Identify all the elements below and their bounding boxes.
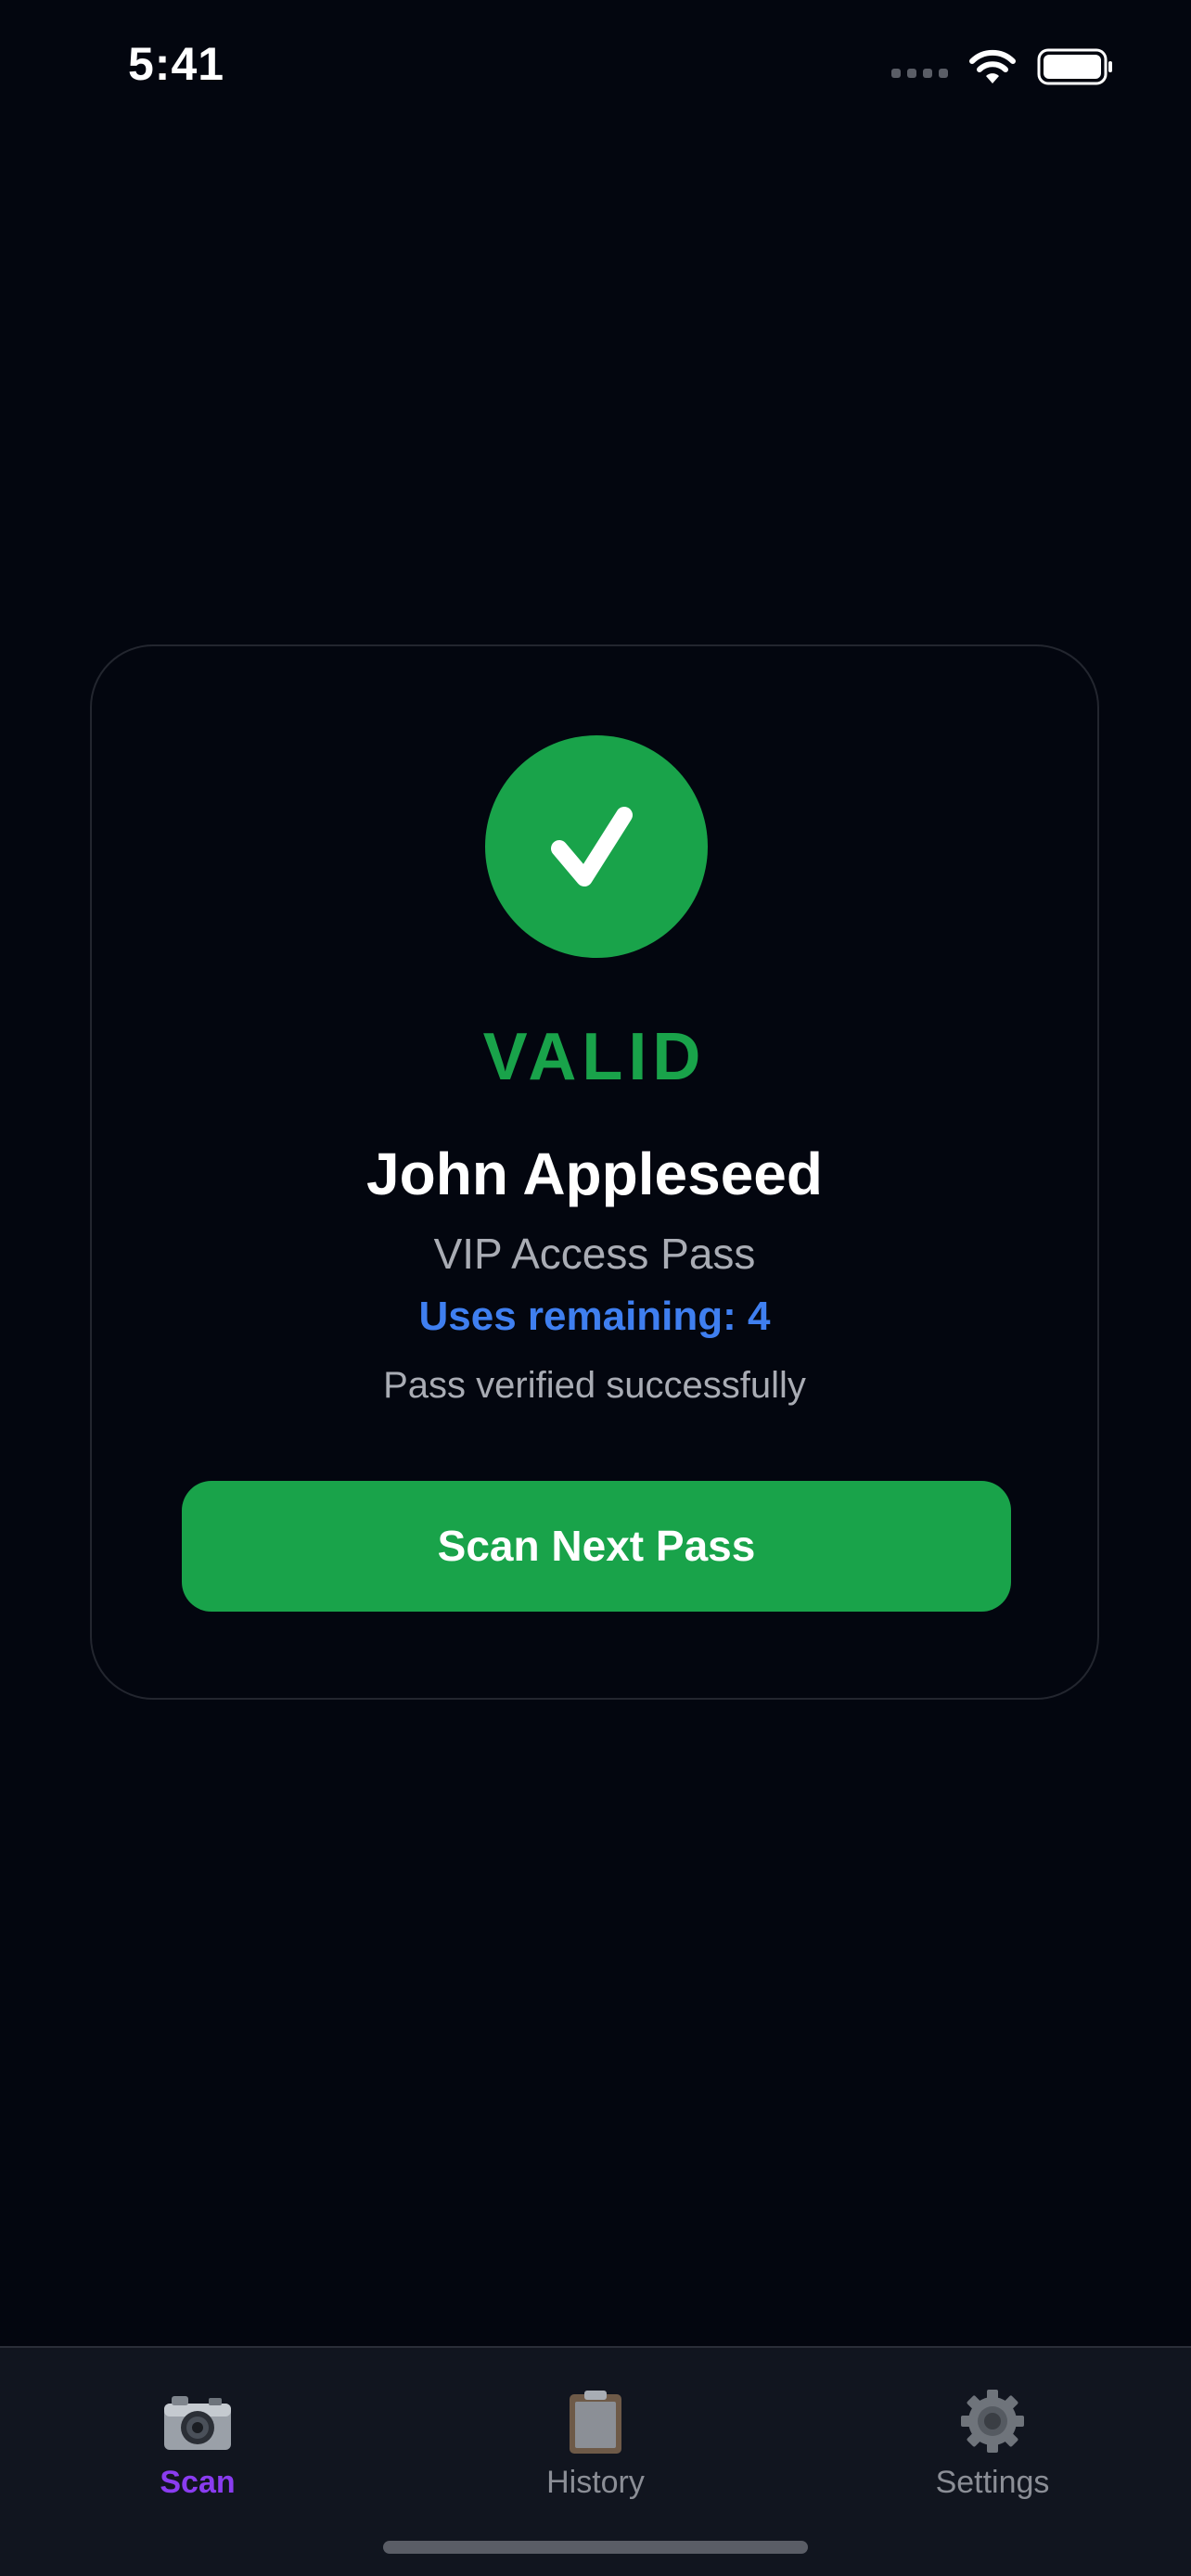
home-indicator[interactable]: [383, 2541, 808, 2554]
scan-next-pass-button[interactable]: Scan Next Pass: [182, 1481, 1011, 1612]
camera-icon: [164, 2396, 231, 2450]
pass-type: VIP Access Pass: [433, 1230, 756, 1278]
verification-message: Pass verified successfully: [383, 1365, 806, 1406]
tab-scan[interactable]: Scan: [77, 2348, 318, 2515]
status-icons: [891, 45, 1113, 89]
clipboard-icon: [570, 2391, 621, 2454]
uses-remaining: Uses remaining: 4: [418, 1294, 771, 1339]
wifi-icon: [969, 49, 1016, 83]
cellular-signal-icon: [891, 56, 948, 78]
tab-history[interactable]: History: [475, 2348, 716, 2515]
status-time: 5:41: [128, 38, 225, 90]
tab-label-scan: Scan: [160, 2465, 236, 2500]
battery-icon: [1037, 48, 1112, 85]
tab-label-settings: Settings: [935, 2465, 1050, 2500]
checkmark-icon: [551, 807, 633, 886]
pass-holder-name: John Appleseed: [366, 1141, 823, 1207]
status-bar: 5:41: [0, 0, 1191, 130]
gear-icon: [961, 2390, 1024, 2453]
valid-status-badge: [485, 735, 708, 958]
result-card: VALID John Appleseed VIP Access Pass Use…: [90, 644, 1099, 1700]
validation-status: VALID: [482, 1020, 707, 1094]
tab-label-history: History: [546, 2465, 645, 2500]
tab-settings[interactable]: Settings: [872, 2348, 1113, 2515]
